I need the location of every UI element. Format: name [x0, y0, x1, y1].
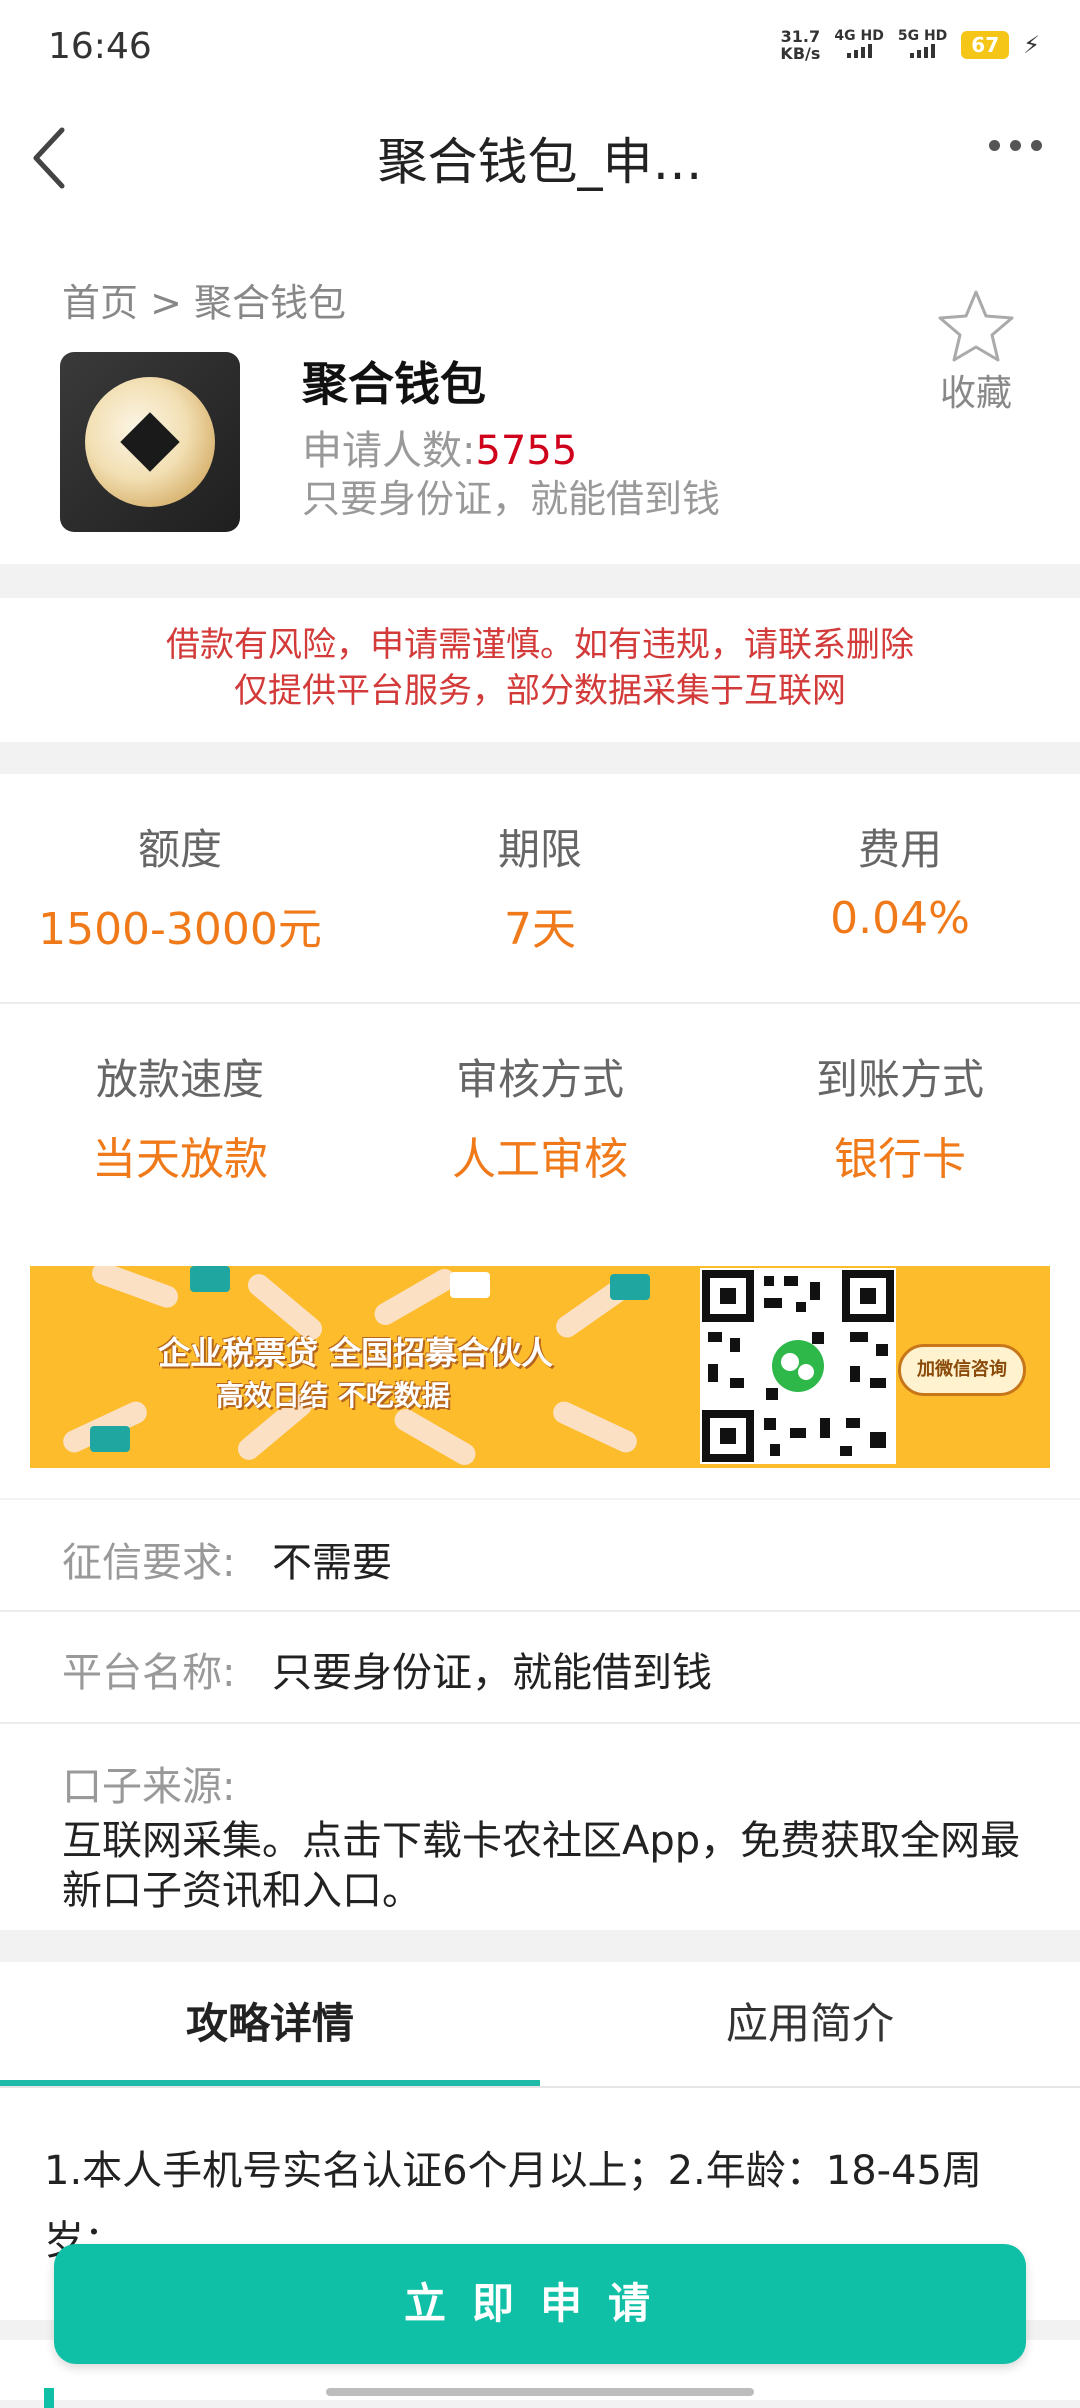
section-marker	[44, 2388, 54, 2408]
signal-sim1-icon: 4G HD	[834, 28, 884, 62]
page-title: 聚合钱包_申…	[377, 133, 703, 191]
info-row-platform: 平台名称: 只要身份证，就能借到钱	[0, 1612, 1080, 1722]
breadcrumb[interactable]: 首页 > 聚合钱包	[62, 272, 346, 327]
status-time: 16:46	[48, 26, 152, 67]
battery-icon: 67	[961, 31, 1010, 59]
stat-receive-method: 到账方式 银行卡	[815, 1055, 984, 1185]
tab-bar: 攻略详情 应用简介	[0, 1962, 1080, 2086]
risk-notice: 借款有风险，申请需谨慎。如有违规，请联系删除 仅提供平台服务，部分数据采集于互联…	[0, 598, 1080, 742]
stat-term: 期限 7天	[497, 825, 582, 955]
apply-now-button[interactable]: 立即申请	[54, 2244, 1026, 2364]
status-icons: 31.7 KB/s 4G HD 5G HD 67 ⚡	[780, 28, 1040, 62]
home-indicator[interactable]	[326, 2388, 754, 2396]
app-name: 聚合钱包	[302, 357, 486, 411]
signal-sim2-icon: 5G HD	[898, 28, 947, 62]
more-options-button[interactable]	[989, 140, 1042, 151]
charging-icon: ⚡	[1023, 31, 1040, 59]
favorite-button[interactable]: 收藏	[930, 288, 1022, 416]
banner-headline: 企业税票贷 全国招募合伙人	[158, 1334, 554, 1372]
stat-review-method: 审核方式 人工审核	[452, 1055, 628, 1185]
stat-fee: 费用 0.04%	[830, 825, 970, 944]
qr-code-icon	[700, 1268, 896, 1464]
stats-divider	[0, 1002, 1080, 1004]
banner-subline: 高效日结 不吃数据	[216, 1379, 450, 1412]
tab-guide-details[interactable]: 攻略详情	[0, 1962, 540, 2086]
network-speed: 31.7 KB/s	[780, 27, 821, 63]
app-tagline: 只要身份证，就能借到钱	[302, 477, 721, 521]
chevron-left-icon	[33, 127, 65, 189]
tab-app-intro[interactable]: 应用简介	[540, 1962, 1080, 2086]
info-row-credit: 征信要求: 不需要	[0, 1500, 1080, 1610]
loan-stats: 额度 1500-3000元 期限 7天 费用 0.04% 放款速度 当天放款 审…	[0, 774, 1080, 1232]
more-dot-icon	[989, 140, 1000, 151]
stat-payout-speed: 放款速度 当天放款	[92, 1055, 268, 1185]
back-button[interactable]	[24, 118, 84, 198]
stat-amount: 额度 1500-3000元	[38, 825, 322, 955]
info-row-source: 口子来源: 互联网采集。点击下载卡农社区App，免费获取全网最新口子资讯和入口。	[0, 1724, 1080, 1930]
wechat-consult-button[interactable]: 加微信咨询	[898, 1344, 1026, 1396]
star-icon	[938, 290, 1014, 362]
app-logo	[60, 352, 240, 532]
